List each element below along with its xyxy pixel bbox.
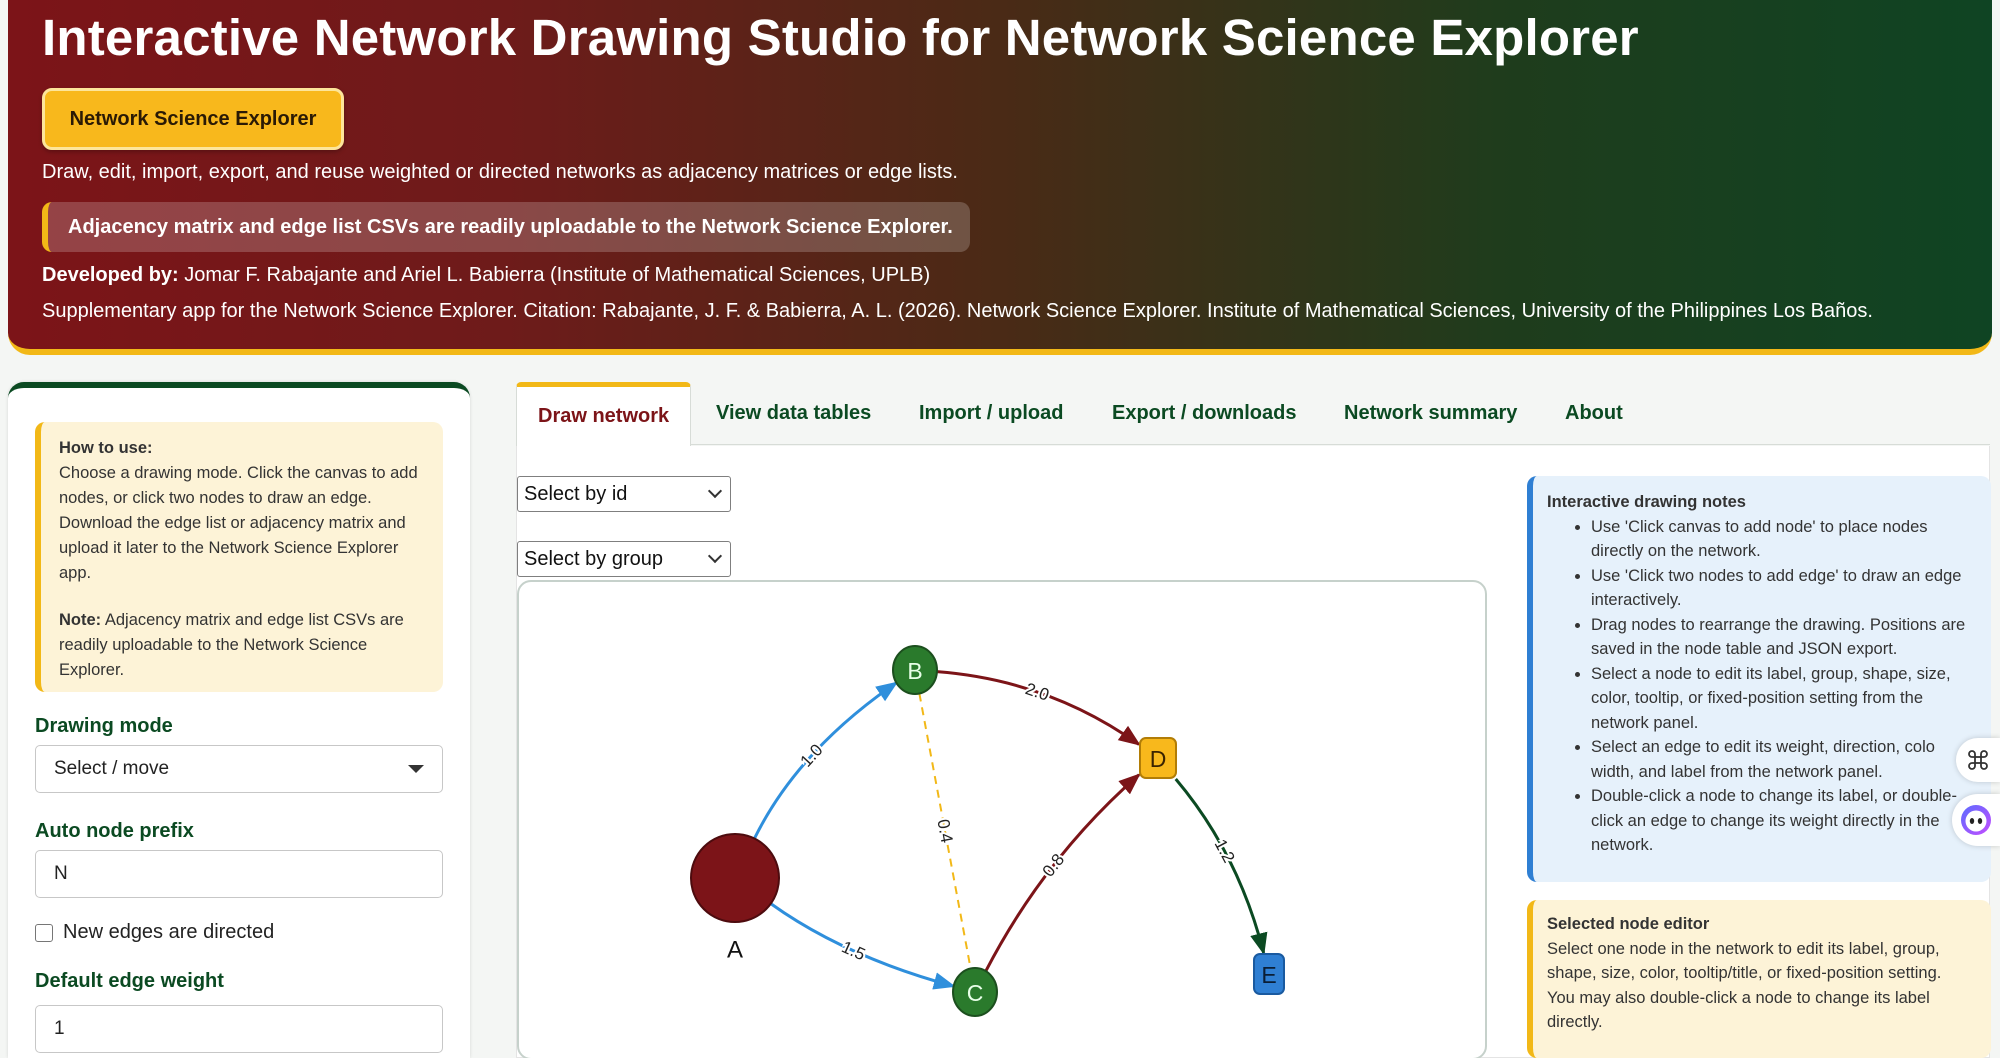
auto-node-prefix-input[interactable]: N xyxy=(35,850,443,898)
notes-list: Use 'Click canvas to add node' to place … xyxy=(1591,515,1973,858)
select-by-group-dropdown[interactable]: Select by group xyxy=(517,541,731,577)
developer-names: Jomar F. Rabajante and Ariel L. Babierra… xyxy=(178,264,931,286)
directed-edges-label: New edges are directed xyxy=(63,921,275,943)
node-label: E xyxy=(1261,962,1276,988)
node-editor-title: Selected node editor xyxy=(1547,915,1710,933)
edge-c-d[interactable] xyxy=(984,773,1141,972)
note-label: Note: xyxy=(59,611,102,629)
assistant-face-icon xyxy=(1961,805,1991,835)
note-body: Adjacency matrix and edge list CSVs are … xyxy=(59,611,404,679)
developer-credit: Developed by: Jomar F. Rabajante and Ari… xyxy=(42,264,930,287)
edge-d-e[interactable] xyxy=(1174,778,1268,956)
edge-weight-label: 1.5 xyxy=(839,937,868,964)
selected-node-editor: Selected node editor Select one node in … xyxy=(1527,900,1991,1058)
node-d[interactable]: D xyxy=(1139,737,1177,779)
auto-node-prefix-value: N xyxy=(54,863,68,884)
interactive-drawing-notes: Interactive drawing notes Use 'Click can… xyxy=(1527,476,1991,882)
drawing-mode-label: Drawing mode xyxy=(35,715,173,737)
edge-labels-layer: 1.01.52.00.8 1.20.4 xyxy=(795,677,1241,966)
node-c[interactable]: C xyxy=(952,967,998,1017)
default-edge-weight-value: 1 xyxy=(54,1018,65,1039)
tab-import-upload[interactable]: Import / upload xyxy=(919,382,1063,445)
edge-a-b[interactable] xyxy=(753,681,899,840)
note-text: Note: Adjacency matrix and edge list CSV… xyxy=(59,608,431,683)
tab-bar: Draw network View data tables Import / u… xyxy=(516,382,1990,446)
node-label: C xyxy=(967,980,984,1006)
node-e[interactable]: E xyxy=(1253,953,1285,995)
edge-weight-label: 2.0 xyxy=(1023,679,1052,705)
select-by-id-label: Select by id xyxy=(524,482,628,505)
citation-text: Supplementary app for the Network Scienc… xyxy=(42,300,1873,322)
list-item: Select a node to edit its label, group, … xyxy=(1591,662,1973,736)
directed-edges-toggle[interactable]: New edges are directed xyxy=(35,921,274,944)
tab-network-summary[interactable]: Network summary xyxy=(1344,382,1517,445)
list-item: Use 'Click two nodes to add edge' to dra… xyxy=(1591,564,1973,613)
assistant-widget[interactable] xyxy=(1952,794,2000,846)
chevron-down-icon xyxy=(707,483,723,499)
app-description: Draw, edit, import, export, and reuse we… xyxy=(42,161,958,183)
tab-export-downloads[interactable]: Export / downloads xyxy=(1112,382,1296,445)
how-to-use-box: How to use: Choose a drawing mode. Click… xyxy=(35,422,443,692)
notes-title: Interactive drawing notes xyxy=(1547,493,1746,511)
edge-weight-label: 0.4 xyxy=(933,818,956,845)
draw-network-panel: Select by id Select by group 1.0 1.5 2.0 0.… xyxy=(516,446,1991,1058)
directed-edges-checkbox[interactable] xyxy=(35,923,53,942)
node-label: B xyxy=(907,658,922,684)
sidebar-panel: How to use: Choose a drawing mode. Click… xyxy=(8,382,470,1058)
shortcuts-widget[interactable] xyxy=(1956,738,2000,782)
node-label: A xyxy=(727,937,743,964)
list-item: Use 'Click canvas to add node' to place … xyxy=(1591,515,1973,564)
chevron-down-icon xyxy=(707,548,723,564)
node-a[interactable]: A xyxy=(690,833,780,964)
caret-down-icon xyxy=(408,765,424,773)
tab-draw-network[interactable]: Draw network xyxy=(516,382,692,446)
node-label: D xyxy=(1150,746,1167,772)
node-editor-text: Select one node in the network to edit i… xyxy=(1547,939,1942,1032)
default-edge-weight-label: Default edge weight xyxy=(35,970,224,992)
drawing-mode-value: Select / move xyxy=(54,758,170,779)
network-canvas[interactable]: 1.0 1.5 2.0 0.8 1.2 0.4 ABCDE xyxy=(517,580,1487,1058)
command-icon xyxy=(1968,750,1988,770)
default-edge-weight-input[interactable]: 1 xyxy=(35,1005,443,1053)
app-title: Interactive Network Drawing Studio for N… xyxy=(42,9,1639,66)
tab-about[interactable]: About xyxy=(1565,382,1623,445)
list-item: Select an edge to edit its weight, direc… xyxy=(1591,735,1973,784)
nodes-layer: A B C D E xyxy=(690,645,1285,1017)
list-item: Double-click a node to change its label,… xyxy=(1591,784,1973,858)
select-by-group-label: Select by group xyxy=(524,547,663,570)
how-to-use-text: Choose a drawing mode. Click the canvas … xyxy=(59,464,418,582)
node-b[interactable]: B xyxy=(892,645,938,695)
network-graph[interactable]: 1.01.52.00.8 1.20.4 ABCDE xyxy=(519,582,1487,1058)
drawing-mode-select[interactable]: Select / move xyxy=(35,745,443,793)
list-item: Drag nodes to rearrange the drawing. Pos… xyxy=(1591,613,1973,662)
auto-node-prefix-label: Auto node prefix xyxy=(35,820,194,842)
network-science-explorer-button[interactable]: Network Science Explorer xyxy=(42,88,344,150)
app-header: Interactive Network Drawing Studio for N… xyxy=(8,0,1992,355)
developer-label: Developed by: xyxy=(42,264,179,286)
edges-layer xyxy=(753,670,1268,990)
edge-weight-label: 1.2 xyxy=(1211,836,1239,866)
how-to-use-title: How to use: xyxy=(59,439,153,457)
select-by-id-dropdown[interactable]: Select by id xyxy=(517,476,731,512)
upload-notice: Adjacency matrix and edge list CSVs are … xyxy=(42,202,970,252)
tab-view-data-tables[interactable]: View data tables xyxy=(716,382,871,445)
